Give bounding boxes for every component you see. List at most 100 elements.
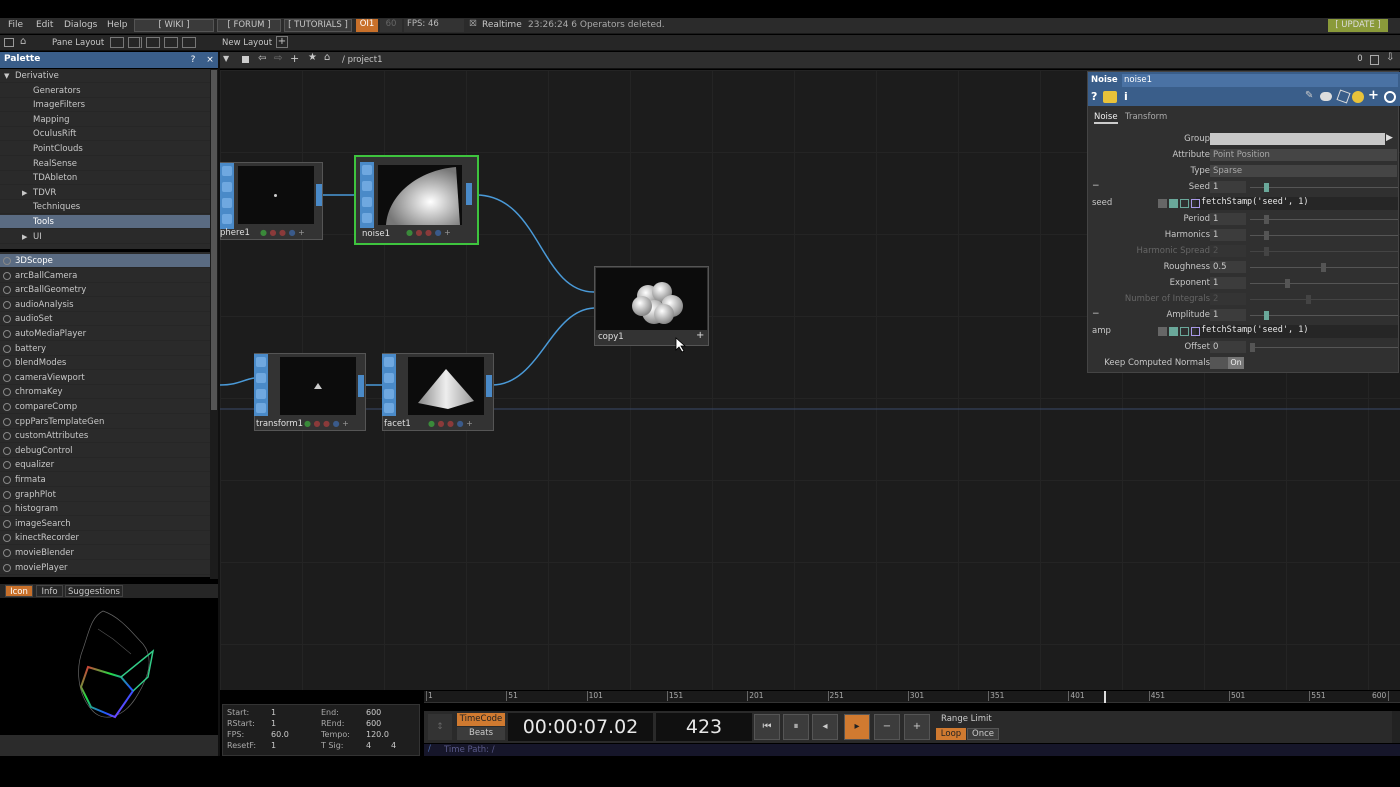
palette-item-arcBallCamera[interactable]: arcBallCamera	[0, 269, 210, 283]
palette-folder-generators[interactable]: Generators	[0, 84, 210, 98]
tsig-value-b[interactable]: 4	[391, 741, 396, 750]
node-edit-icon[interactable]	[384, 373, 394, 383]
step-minus-button[interactable]: −	[874, 714, 900, 740]
fps-value[interactable]: 60.0	[271, 730, 289, 739]
new-layout-label[interactable]: New Layout	[222, 38, 272, 48]
menu-help[interactable]: Help	[107, 20, 128, 30]
expr-expression-icon[interactable]	[1180, 199, 1189, 208]
node-pass-icon[interactable]	[384, 389, 394, 399]
palette-folder-realsense[interactable]: RealSense	[0, 157, 210, 171]
seed-field[interactable]: 1	[1210, 181, 1246, 193]
python-icon[interactable]	[1352, 91, 1364, 103]
amp-expression[interactable]: fetchStamp('seed', 1)	[1201, 325, 1308, 335]
palette-close-button[interactable]: ×	[203, 53, 217, 67]
edit-pencil-icon[interactable]: ✎	[1305, 90, 1313, 101]
start-value[interactable]: 1	[271, 708, 276, 717]
node-output-port[interactable]	[486, 375, 492, 397]
palette-folder-derivative[interactable]: ▼ Derivative	[0, 69, 210, 83]
palette-folder-tdableton[interactable]: TDAbleton	[0, 171, 210, 186]
palette-folder-oculusrift[interactable]: OculusRift	[0, 127, 210, 142]
node-viewer-icon[interactable]	[384, 357, 394, 367]
wiki-link[interactable]: [ WIKI ]	[134, 19, 214, 32]
step-plus-button[interactable]: +	[904, 714, 930, 740]
plus-icon[interactable]: +	[1368, 88, 1379, 103]
node-edit-icon[interactable]	[222, 182, 232, 192]
node-label[interactable]: copy1	[598, 332, 624, 342]
exponent-slider[interactable]	[1250, 283, 1398, 284]
palette-item-chromaKey[interactable]: chromaKey	[0, 385, 210, 400]
palette-item-moviePlayer[interactable]: moviePlayer	[0, 561, 210, 575]
node-viewer-icon[interactable]	[222, 166, 232, 176]
period-field[interactable]: 1	[1210, 213, 1246, 225]
bookmark-star-icon[interactable]: ★	[308, 52, 317, 63]
tab-info[interactable]: Info	[36, 585, 63, 597]
node-flags[interactable]: ● ● ● ● +	[260, 228, 320, 238]
expr-expression-icon[interactable]	[1180, 327, 1189, 336]
amplitude-slider-knob[interactable]	[1264, 311, 1269, 320]
node-edit-icon[interactable]	[256, 373, 266, 383]
offset-slider[interactable]	[1250, 347, 1398, 348]
palette-item-equalizer[interactable]: equalizer	[0, 458, 210, 473]
python-help-icon[interactable]	[1103, 91, 1117, 103]
palette-item-debugControl[interactable]: debugControl	[0, 444, 210, 458]
expr-export-icon[interactable]	[1191, 199, 1200, 208]
timecode-button[interactable]: TimeCode	[457, 713, 505, 726]
palette-item-audioAnalysis[interactable]: audioAnalysis	[0, 298, 210, 312]
node-viewer-icon[interactable]	[256, 357, 266, 367]
palette-item-cppParsTemplateGen[interactable]: cppParsTemplateGen	[0, 415, 210, 429]
overlap-badge[interactable]: OI1	[356, 19, 378, 32]
palette-folder-tools[interactable]: Tools	[0, 215, 210, 229]
beats-button[interactable]: Beats	[457, 727, 505, 740]
add-layout-button[interactable]: +	[276, 36, 288, 48]
expr-constant-icon[interactable]	[1169, 327, 1178, 336]
scroll-thumb[interactable]	[211, 70, 217, 410]
target-icon[interactable]	[1384, 91, 1396, 103]
palette-item-imageSearch[interactable]: imageSearch	[0, 517, 210, 531]
node-output-port[interactable]	[466, 183, 472, 205]
node-flags[interactable]: ● ● ● ● +	[428, 419, 490, 429]
palette-folder-pointclouds[interactable]: PointClouds	[0, 142, 210, 156]
stop-icon[interactable]	[242, 56, 249, 63]
step-back-button[interactable]: ◂	[812, 714, 838, 740]
palette-item-arcBallGeometry[interactable]: arcBallGeometry	[0, 283, 210, 298]
palette-scrollbar[interactable]	[210, 69, 218, 579]
forum-link[interactable]: [ FORUM ]	[217, 19, 281, 32]
integrals-field[interactable]: 2	[1210, 293, 1246, 305]
palette-folder-imagefilters[interactable]: ImageFilters	[0, 98, 210, 113]
info-icon[interactable]: i	[1124, 90, 1128, 103]
palette-folder-techniques[interactable]: Techniques	[0, 200, 210, 215]
palette-item-autoMediaPlayer[interactable]: autoMediaPlayer	[0, 327, 210, 341]
node-expand-icon[interactable]: +	[696, 331, 706, 341]
tab-transform[interactable]: Transform	[1125, 112, 1167, 122]
amplitude-slider[interactable]	[1250, 315, 1398, 316]
node-lock-icon[interactable]	[222, 214, 232, 224]
node-output-port[interactable]	[316, 184, 322, 206]
tab-noise[interactable]: Noise	[1094, 112, 1118, 124]
menu-dropdown-icon[interactable]: ▼	[223, 54, 229, 63]
pause-button[interactable]: ⏸	[783, 714, 809, 740]
pane-maximize-icon[interactable]	[1370, 55, 1379, 65]
update-button[interactable]: [ UPDATE ]	[1328, 19, 1388, 32]
node-lock-icon[interactable]	[384, 403, 394, 413]
period-slider-knob[interactable]	[1264, 215, 1269, 224]
network-path[interactable]: / project1	[342, 55, 382, 65]
palette-folder-tdvr[interactable]: ▶ TDVR	[0, 186, 210, 200]
palette-folder-ui[interactable]: ▶ UI	[0, 230, 210, 244]
normals-toggle-label[interactable]: On	[1228, 357, 1244, 369]
realtime-checkbox[interactable]: ☒	[468, 19, 478, 32]
play-button[interactable]: ▸	[844, 714, 870, 740]
node-lock-icon[interactable]	[256, 403, 266, 413]
palette-folder-mapping[interactable]: Mapping	[0, 113, 210, 127]
menu-edit[interactable]: Edit	[36, 20, 53, 30]
tsig-value-a[interactable]: 4	[366, 741, 371, 750]
harmonic-spread-slider[interactable]	[1250, 251, 1398, 252]
integrals-knob[interactable]	[1306, 295, 1311, 304]
panel-icon[interactable]	[4, 38, 14, 47]
node-label[interactable]: facet1	[384, 419, 411, 429]
palette-item-customAttributes[interactable]: customAttributes	[0, 429, 210, 444]
layout-split-icon[interactable]	[128, 37, 142, 48]
node-edit-icon[interactable]	[362, 181, 372, 191]
timeline-ruler[interactable]: 1 51 101 151 201 251 301 351 401 451 501 551 600	[424, 691, 1400, 703]
palette-item-graphPlot[interactable]: graphPlot	[0, 488, 210, 502]
roughness-slider-knob[interactable]	[1321, 263, 1326, 272]
